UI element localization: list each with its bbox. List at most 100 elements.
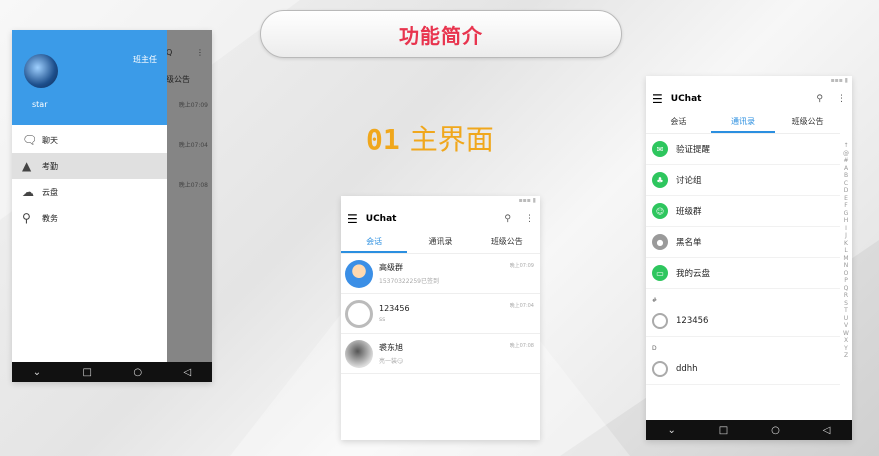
section-letter: # xyxy=(652,297,658,304)
index-letter[interactable]: Y xyxy=(842,345,850,353)
contact-function-verify[interactable]: ✉ 验证提醒 xyxy=(646,134,840,165)
tab-announcements[interactable]: 班级公告 xyxy=(474,232,540,253)
app-title: UChat xyxy=(365,214,397,224)
android-navbar: ⌄ □ ○ ◁ xyxy=(646,420,852,440)
contact-function-class-group[interactable]: ☺ 班级群 xyxy=(646,196,840,227)
user-role: 班主任 xyxy=(133,55,157,64)
cloud-icon: ☁ xyxy=(22,185,34,199)
index-letter[interactable]: T xyxy=(842,307,850,315)
contact-item[interactable]: ddhh xyxy=(646,354,840,385)
tab-conversations[interactable]: 会话 xyxy=(341,232,408,253)
drawer-menu: 🗨 聊天 ▲ 考勤 ☁ 云盘 ⚲ 教务 xyxy=(12,127,167,231)
function-label: 验证提醒 xyxy=(676,145,711,155)
index-letter[interactable]: K xyxy=(842,240,850,248)
index-letter[interactable]: J xyxy=(842,232,850,240)
index-letter[interactable]: ↑ xyxy=(842,142,850,150)
index-letter[interactable]: S xyxy=(842,300,850,308)
index-letter[interactable]: C xyxy=(842,180,850,188)
contact-function-cloud[interactable]: ▭ 我的云盘 xyxy=(646,258,840,289)
index-letter[interactable]: Z xyxy=(842,352,850,360)
section-label: 主界面 xyxy=(409,123,494,156)
function-label: 班级群 xyxy=(676,207,702,217)
tab-bar: 会话 通讯录 班级公告 xyxy=(646,112,840,134)
index-letter[interactable]: A xyxy=(842,165,850,173)
index-letter[interactable]: V xyxy=(842,322,850,330)
index-letter[interactable]: @ xyxy=(842,150,850,158)
app-toolbar: ☰ UChat ⚲ ⋮ xyxy=(341,206,540,232)
triangle-icon: ▲ xyxy=(22,159,32,173)
menu-item-cloud[interactable]: ☁ 云盘 xyxy=(12,179,167,205)
avatar xyxy=(345,339,373,368)
index-letter[interactable]: H xyxy=(842,217,850,225)
tab-contacts[interactable]: 通讯录 xyxy=(710,112,776,133)
index-letter[interactable]: G xyxy=(842,210,850,218)
conversation-item[interactable]: 高级群 15370322259已签到 晚上07:09 xyxy=(341,254,540,294)
behind-time: 晚上07:09 xyxy=(178,102,208,109)
search-icon[interactable]: ⚲ xyxy=(504,214,511,224)
avatar xyxy=(345,299,373,328)
square-icon[interactable]: □ xyxy=(719,425,728,436)
contact-function-blacklist[interactable]: ● 黑名单 xyxy=(646,227,840,258)
tab-bar: 会话 通讯录 班级公告 xyxy=(341,232,540,254)
avatar xyxy=(345,259,373,288)
index-letter[interactable]: # xyxy=(842,157,850,165)
contact-name: ddhh xyxy=(676,364,698,374)
function-label: 讨论组 xyxy=(676,176,702,186)
conversation-name: 123456 xyxy=(379,304,410,313)
chevron-down-icon[interactable]: ⌄ xyxy=(33,367,41,378)
index-letter[interactable]: E xyxy=(842,195,850,203)
phone-main-screenshot: ▪▪▪ ▮ ☰ UChat ⚲ ⋮ 会话 通讯录 班级公告 高级群 153703… xyxy=(341,196,540,440)
conversation-item[interactable]: 裘东旭 亮一装😏 晚上07:08 xyxy=(341,334,540,374)
contact-function-discussion[interactable]: ♣ 讨论组 xyxy=(646,165,840,196)
more-icon[interactable]: ⋮ xyxy=(837,94,846,104)
index-letter[interactable]: D xyxy=(842,187,850,195)
index-letter[interactable]: O xyxy=(842,270,850,278)
tab-conversations[interactable]: 会话 xyxy=(646,112,711,133)
index-letter[interactable]: P xyxy=(842,277,850,285)
menu-item-academic[interactable]: ⚲ 教务 xyxy=(12,205,167,231)
index-letter[interactable]: Q xyxy=(842,285,850,293)
username: star xyxy=(32,100,48,109)
circle-icon[interactable]: ○ xyxy=(133,367,142,378)
index-letter[interactable]: M xyxy=(842,255,850,263)
contact-item[interactable]: 123456 xyxy=(646,306,840,337)
page-title: 功能简介 xyxy=(260,10,622,58)
tab-contacts[interactable]: 通讯录 xyxy=(407,232,473,253)
tab-announcements[interactable]: 班级公告 xyxy=(775,112,840,133)
behind-more-icon: ⋮ xyxy=(196,48,204,57)
index-letter[interactable]: X xyxy=(842,337,850,345)
conversation-name: 高级群 xyxy=(379,263,403,272)
section-heading: 01 主界面 xyxy=(366,118,494,158)
search-icon[interactable]: ⚲ xyxy=(816,94,823,104)
menu-icon[interactable]: ☰ xyxy=(347,212,358,226)
square-icon[interactable]: □ xyxy=(83,367,92,378)
people-icon: ☺ xyxy=(652,203,668,219)
conversation-preview: 15370322259已签到 xyxy=(379,278,439,285)
conversation-time: 晚上07:09 xyxy=(509,263,534,269)
alphabet-index[interactable]: ↑ @ # A B C D E F G H I J K L M N O P Q R S T U V W X Y Z xyxy=(842,142,850,360)
index-letter[interactable]: I xyxy=(842,225,850,233)
menu-label: 教务 xyxy=(42,213,58,223)
index-letter[interactable]: N xyxy=(842,262,850,270)
chat-icon: 🗨 xyxy=(22,133,38,147)
menu-item-chat[interactable]: 🗨 聊天 xyxy=(12,127,167,153)
behind-content: Q ⋮ 级公告 晚上07:09 晚上07:04 晚上07:08 xyxy=(166,30,212,362)
index-letter[interactable]: R xyxy=(842,292,850,300)
phone-drawer-screenshot: Q ⋮ 级公告 晚上07:09 晚上07:04 晚上07:08 班主任 star… xyxy=(12,30,212,382)
index-letter[interactable]: W xyxy=(842,330,850,338)
menu-icon[interactable]: ☰ xyxy=(652,92,663,106)
index-letter[interactable]: L xyxy=(842,247,850,255)
back-icon[interactable]: ◁ xyxy=(823,425,831,436)
avatar[interactable] xyxy=(24,54,58,88)
menu-item-attendance[interactable]: ▲ 考勤 xyxy=(12,153,167,179)
more-icon[interactable]: ⋮ xyxy=(525,214,534,224)
circle-icon[interactable]: ○ xyxy=(771,425,780,436)
back-icon[interactable]: ◁ xyxy=(184,367,192,378)
index-letter[interactable]: F xyxy=(842,202,850,210)
app-toolbar: ☰ UChat ⚲ ⋮ xyxy=(646,86,852,112)
conversation-item[interactable]: 123456 ss 晚上07:04 xyxy=(341,294,540,334)
index-letter[interactable]: U xyxy=(842,315,850,323)
chevron-down-icon[interactable]: ⌄ xyxy=(667,425,675,436)
conversation-name: 裘东旭 xyxy=(379,343,403,352)
index-letter[interactable]: B xyxy=(842,172,850,180)
